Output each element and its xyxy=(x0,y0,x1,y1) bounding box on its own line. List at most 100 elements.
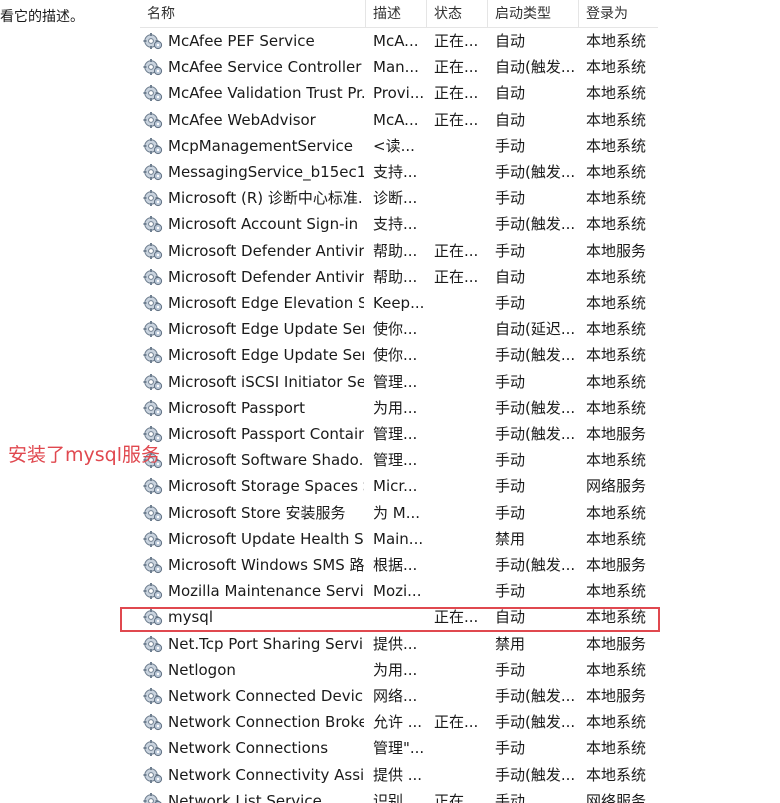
service-logon-as: 本地系统 xyxy=(586,529,647,548)
service-logon-as: 本地系统 xyxy=(586,582,647,601)
service-row[interactable]: MessagingService_b15ec1 支持... 手动(触发... 本地系统 xyxy=(140,159,658,185)
column-header-logon-as[interactable]: 登录为 xyxy=(578,0,656,28)
service-status xyxy=(434,185,484,211)
service-gear-icon xyxy=(143,739,163,757)
service-row[interactable]: Microsoft Storage Spaces S... Micr... 手动 网络… xyxy=(140,473,658,499)
service-row[interactable]: Microsoft Passport 为用... 手动(触发... 本地系统 xyxy=(140,395,658,421)
service-name: Microsoft Passport xyxy=(168,398,305,417)
service-description: McA... xyxy=(373,110,419,129)
service-gear-icon xyxy=(143,111,163,129)
service-gear-icon xyxy=(143,84,163,102)
service-row[interactable]: Network Connections 管理"... 手动 本地系统 xyxy=(140,735,658,761)
service-row[interactable]: Microsoft Edge Elevation S... Keep... 手动 本地… xyxy=(140,290,658,316)
service-description: Mozi... xyxy=(373,582,422,601)
service-row[interactable]: Microsoft (R) 诊断中心标准... 诊断... 手动 本地系统 xyxy=(140,185,658,211)
service-status: 正在... xyxy=(434,267,479,286)
service-row[interactable]: Mozilla Maintenance Service Mozi... 手动 本地系统 xyxy=(140,578,658,604)
service-row[interactable]: Network Connectivity Assis... 提供 ... 手动(触发… xyxy=(140,762,658,788)
service-row[interactable]: Microsoft Account Sign-in ... 支持... 手动(触发.… xyxy=(140,211,658,237)
service-startup-type: 手动 xyxy=(495,136,526,155)
service-description: Keep... xyxy=(373,294,423,312)
service-logon-as: 本地系统 xyxy=(586,84,647,103)
service-logon-as: 本地系统 xyxy=(586,451,647,470)
service-name: Microsoft Edge Elevation S... xyxy=(168,294,364,312)
service-row[interactable]: Microsoft Passport Container 管理... 手动(触发..… xyxy=(140,421,658,447)
service-startup-type: 手动 xyxy=(495,503,526,522)
annotation-text: 安装了mysql服务 xyxy=(8,444,160,466)
service-logon-as: 本地系统 xyxy=(586,608,647,627)
service-row[interactable]: mysql 正在... 自动 本地系统 xyxy=(140,604,658,630)
service-status xyxy=(434,211,484,237)
service-name: Microsoft Defender Antivir... xyxy=(168,267,364,286)
column-header-status[interactable]: 状态 xyxy=(426,0,487,28)
service-row[interactable]: Netlogon 为用... 手动 本地系统 xyxy=(140,657,658,683)
service-name: Network Connectivity Assis... xyxy=(168,765,364,784)
service-row[interactable]: Microsoft Edge Update Ser... 使你... 自动(延迟..… xyxy=(140,316,658,342)
service-description: <读... xyxy=(373,136,415,155)
service-logon-as: 本地系统 xyxy=(586,110,647,129)
service-gear-icon xyxy=(143,346,163,364)
service-startup-type: 手动 xyxy=(495,660,526,679)
service-row[interactable]: Microsoft Software Shado... 管理... 手动 本地系统 xyxy=(140,447,658,473)
service-startup-type: 自动 xyxy=(495,32,526,50)
service-row[interactable]: Net.Tcp Port Sharing Service 提供... 禁用 本地服务 xyxy=(140,631,658,657)
service-status xyxy=(434,159,484,185)
service-row[interactable]: Microsoft iSCSI Initiator Ser... 管理... 手动 本… xyxy=(140,369,658,395)
service-gear-icon xyxy=(143,58,163,76)
service-row[interactable]: Network Connection Broker 允许 ... 正在... 手动(触… xyxy=(140,709,658,735)
service-status xyxy=(434,735,484,761)
service-startup-type: 手动(触发... xyxy=(495,556,576,574)
service-name: Microsoft Account Sign-in ... xyxy=(168,215,364,234)
service-row[interactable]: Microsoft Store 安装服务 为 M... 手动 本地系统 xyxy=(140,500,658,526)
service-description: Micr... xyxy=(373,477,418,496)
service-logon-as: 本地系统 xyxy=(586,503,647,522)
service-startup-type: 自动 xyxy=(495,110,526,129)
service-row[interactable]: Microsoft Defender Antivir... 帮助... 正在... 手… xyxy=(140,238,658,264)
service-row[interactable]: McAfee WebAdvisor McA... 正在... 自动 本地系统 xyxy=(140,107,658,133)
service-name: Microsoft Edge Update Ser... xyxy=(168,346,364,365)
service-gear-icon xyxy=(143,215,163,233)
service-status xyxy=(434,683,484,709)
service-row[interactable]: Network Connected Devic... 网络... 手动(触发... 本… xyxy=(140,683,658,709)
service-status: 正在... xyxy=(434,58,479,77)
service-gear-icon xyxy=(143,399,163,417)
service-gear-icon xyxy=(143,687,163,705)
service-description xyxy=(373,604,423,630)
service-logon-as: 本地服务 xyxy=(586,687,647,705)
column-header-startup-type-label: 启动类型 xyxy=(495,6,551,22)
service-description: 提供... xyxy=(373,634,418,653)
service-logon-as: 本地系统 xyxy=(586,372,647,391)
description-pane-text: 看它的描述。 xyxy=(0,9,84,25)
service-row[interactable]: McAfee Validation Trust Pr... Provi... 正在.… xyxy=(140,80,658,106)
service-name: Mozilla Maintenance Service xyxy=(168,582,364,601)
service-logon-as: 本地系统 xyxy=(586,765,647,784)
service-row[interactable]: Microsoft Windows SMS 路... 根据... 手动(触发... 本… xyxy=(140,552,658,578)
service-description: 管理... xyxy=(373,425,418,443)
service-logon-as: 本地系统 xyxy=(586,163,647,181)
service-row[interactable]: Network List Service 识别... 正在... 手动 网络服务 xyxy=(140,788,658,803)
service-logon-as: 本地系统 xyxy=(586,320,647,339)
column-header-startup-type[interactable]: 启动类型 xyxy=(487,0,578,28)
service-status xyxy=(434,500,484,526)
service-logon-as: 本地系统 xyxy=(586,58,647,77)
service-row[interactable]: Microsoft Edge Update Ser... 使你... 手动(触发..… xyxy=(140,342,658,368)
service-startup-type: 自动 xyxy=(495,267,526,286)
service-logon-as: 本地系统 xyxy=(586,739,647,758)
service-status xyxy=(434,473,484,499)
service-gear-icon xyxy=(143,635,163,653)
service-row[interactable]: Microsoft Update Health S... Main... 禁用 本地系… xyxy=(140,526,658,552)
service-logon-as: 本地系统 xyxy=(586,346,647,365)
service-description: 为 M... xyxy=(373,503,421,522)
service-name: Microsoft Storage Spaces S... xyxy=(168,477,364,496)
column-header-description[interactable]: 描述 xyxy=(365,0,426,28)
service-row[interactable]: McAfee PEF Service McA... 正在... 自动 本地系统 xyxy=(140,28,658,54)
service-description: 提供 ... xyxy=(373,765,423,784)
service-row[interactable]: Microsoft Defender Antivir... 帮助... 正在... 自… xyxy=(140,264,658,290)
service-name: Microsoft iSCSI Initiator Ser... xyxy=(168,372,364,391)
service-gear-icon xyxy=(143,608,163,626)
service-name: Network Connection Broker xyxy=(168,713,364,732)
service-gear-icon xyxy=(143,477,163,495)
service-row[interactable]: McpManagementService <读... 手动 本地系统 xyxy=(140,133,658,159)
service-row[interactable]: McAfee Service Controller Man... 正在... 自动(触… xyxy=(140,54,658,80)
service-gear-icon xyxy=(143,242,163,260)
